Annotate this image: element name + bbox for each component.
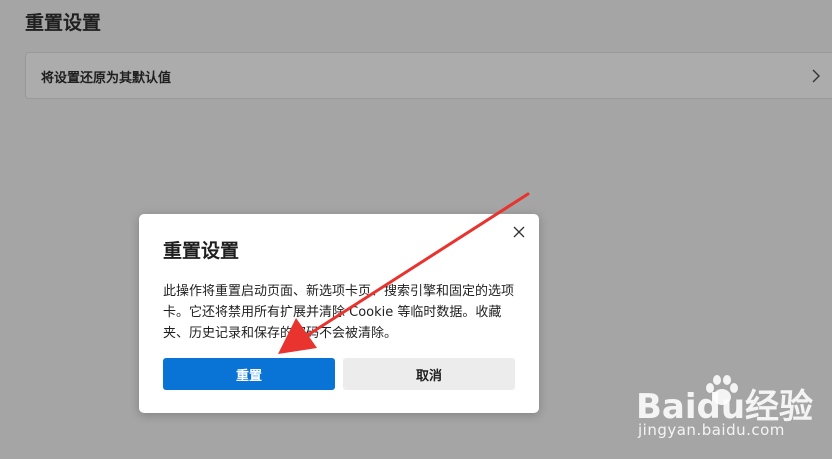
reset-settings-row[interactable]: 将设置还原为其默认值 xyxy=(25,52,832,99)
reset-settings-dialog: 重置设置 此操作将重置启动页面、新选项卡页、搜索引擎和固定的选项卡。它还将禁用所… xyxy=(139,214,539,413)
watermark-url: jingyan.baidu.com xyxy=(638,421,785,439)
page-title: 重置设置 xyxy=(25,12,102,34)
dialog-title: 重置设置 xyxy=(163,240,240,262)
cancel-button[interactable]: 取消 xyxy=(343,358,515,390)
chevron-right-icon xyxy=(812,69,820,83)
close-icon[interactable] xyxy=(511,224,527,240)
dialog-message: 此操作将重置启动页面、新选项卡页、搜索引擎和固定的选项卡。它还将禁用所有扩展并清… xyxy=(163,284,515,341)
reset-button[interactable]: 重置 xyxy=(163,358,335,390)
baidu-watermark: Baidu经验 jingyan.baidu.com xyxy=(636,371,826,443)
paw-icon xyxy=(706,375,738,405)
reset-settings-row-label: 将设置还原为其默认值 xyxy=(41,71,172,86)
